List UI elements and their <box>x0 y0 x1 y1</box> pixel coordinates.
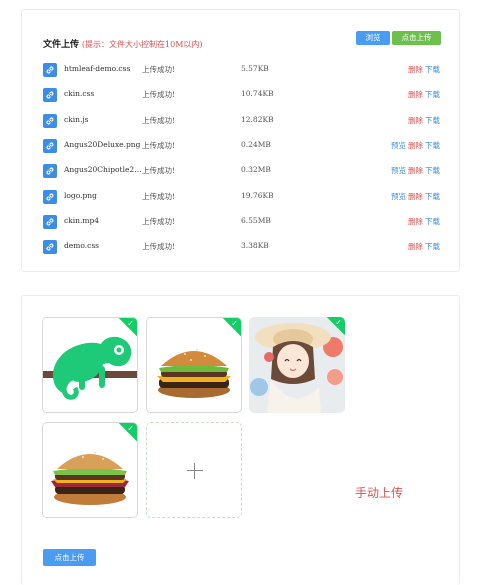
file-actions: 删除 下载 <box>406 89 440 100</box>
delete-link[interactable]: 删除 <box>408 65 423 74</box>
file-actions: 删除 下载 <box>406 115 440 126</box>
upload-status: 上传成功! <box>142 115 176 125</box>
check-icon: ✓ <box>231 319 238 328</box>
thumbnail-burger-deluxe[interactable]: ✓ <box>146 317 242 413</box>
image-upload-panel: ✓ ✓ ✓ ✓ 手动上传 点击上传 <box>21 295 460 585</box>
file-size: 5.57KB <box>241 64 269 73</box>
delete-link[interactable]: 删除 <box>408 116 423 125</box>
link-icon <box>43 189 57 204</box>
delete-link[interactable]: 删除 <box>408 217 423 226</box>
upload-status: 上传成功! <box>142 242 176 252</box>
upload-status: 上传成功! <box>142 216 176 226</box>
file-name: demo.css <box>64 241 100 251</box>
link-icon <box>43 63 57 77</box>
download-link[interactable]: 下载 <box>425 141 440 150</box>
file-row: ckin.css 上传成功! 10.74KB 删除 下载 <box>43 88 440 103</box>
file-size: 19.76KB <box>241 190 274 200</box>
upload-status: 上传成功! <box>142 90 176 100</box>
check-icon: ✓ <box>127 424 134 433</box>
thumbnail-burger-chipotle[interactable]: ✓ <box>42 422 138 518</box>
upload-status: 上传成功! <box>142 140 176 150</box>
download-link[interactable]: 下载 <box>425 116 440 125</box>
delete-link[interactable]: 删除 <box>408 242 423 251</box>
file-actions: 删除 下载 <box>406 64 440 75</box>
download-link[interactable]: 下载 <box>425 65 440 74</box>
file-row: ckin.js 上传成功! 12.82KB 删除 下载 <box>43 113 440 128</box>
browse-button[interactable]: 浏览 <box>356 31 390 45</box>
upload-status: 上传成功! <box>142 191 176 201</box>
delete-link[interactable]: 删除 <box>408 192 423 201</box>
file-name: Angus20Chipotle20B… <box>64 165 144 175</box>
link-icon <box>43 113 57 128</box>
preview-link[interactable]: 预览 <box>391 141 406 150</box>
file-upload-panel: 文件上传 (提示：文件大小控制在10M以内) 浏览 点击上传 htmleaf-d… <box>21 9 460 272</box>
file-size: 12.82KB <box>241 114 274 124</box>
download-link[interactable]: 下载 <box>425 90 440 99</box>
link-icon <box>43 88 57 103</box>
file-row: logo.png 上传成功! 19.76KB 预览 删除 下载 <box>43 189 440 204</box>
file-row: ckin.mp4 上传成功! 6.55MB 删除 下载 <box>43 214 440 229</box>
file-name: ckin.js <box>64 114 89 124</box>
file-name: ckin.css <box>64 89 95 99</box>
file-actions: 预览 删除 下载 <box>391 191 440 202</box>
download-link[interactable]: 下载 <box>425 217 440 226</box>
thumbnail-chameleon-logo[interactable]: ✓ <box>42 317 138 413</box>
file-row: demo.css 上传成功! 3.38KB 删除 下载 <box>43 240 440 255</box>
preview-link[interactable]: 预览 <box>391 192 406 201</box>
link-icon <box>43 214 57 229</box>
plus-icon <box>194 463 195 479</box>
file-size: 10.74KB <box>241 89 274 99</box>
delete-link[interactable]: 删除 <box>408 166 423 175</box>
preview-link[interactable]: 预览 <box>391 166 406 175</box>
download-link[interactable]: 下载 <box>425 192 440 201</box>
file-actions: 预览 删除 下载 <box>391 140 440 151</box>
file-name: ckin.mp4 <box>64 215 100 225</box>
burger-image <box>43 423 137 517</box>
upload-status: 上传成功! <box>142 166 176 176</box>
plus-icon <box>187 470 203 471</box>
upload-status: 上传成功! <box>142 65 176 74</box>
file-row: htmleaf-demo.css 上传成功! 5.57KB 删除 下载 <box>43 63 440 77</box>
panel-title: 文件上传 <box>43 40 80 50</box>
file-size: 6.55MB <box>241 215 271 225</box>
file-actions: 预览 删除 下载 <box>391 165 440 176</box>
file-size: 0.32MB <box>241 165 271 175</box>
link-icon <box>43 240 57 255</box>
file-actions: 删除 下载 <box>406 241 440 252</box>
chameleon-logo-image <box>43 318 137 412</box>
link-icon <box>43 164 57 179</box>
file-name: htmleaf-demo.css <box>64 64 131 73</box>
file-name: logo.png <box>64 190 97 200</box>
add-image-button[interactable] <box>146 422 242 518</box>
anime-girl-image <box>249 317 345 413</box>
burger-image <box>147 318 241 412</box>
file-row: Angus20Chipotle20B… 上传成功! 0.32MB 预览 删除 下载 <box>43 164 440 179</box>
file-size: 3.38KB <box>241 241 269 251</box>
check-icon: ✓ <box>127 319 134 328</box>
link-icon <box>43 138 57 153</box>
thumbnail-anime-girl[interactable]: ✓ <box>249 317 345 413</box>
delete-link[interactable]: 删除 <box>408 141 423 150</box>
delete-link[interactable]: 删除 <box>408 90 423 99</box>
panel-header: 文件上传 (提示：文件大小控制在10M以内) <box>43 37 203 50</box>
file-size: 0.24MB <box>241 139 271 149</box>
file-actions: 删除 下载 <box>406 216 440 227</box>
download-link[interactable]: 下载 <box>425 166 440 175</box>
upload-button[interactable]: 点击上传 <box>392 31 441 45</box>
manual-upload-label: 手动上传 <box>355 486 404 500</box>
check-icon: ✓ <box>335 318 342 327</box>
file-name: Angus20Deluxe.png <box>64 139 141 149</box>
size-hint: (提示：文件大小控制在10M以内) <box>81 40 203 49</box>
file-row: Angus20Deluxe.png 上传成功! 0.24MB 预览 删除 下载 <box>43 138 440 153</box>
download-link[interactable]: 下载 <box>425 242 440 251</box>
submit-upload-button[interactable]: 点击上传 <box>43 549 96 566</box>
